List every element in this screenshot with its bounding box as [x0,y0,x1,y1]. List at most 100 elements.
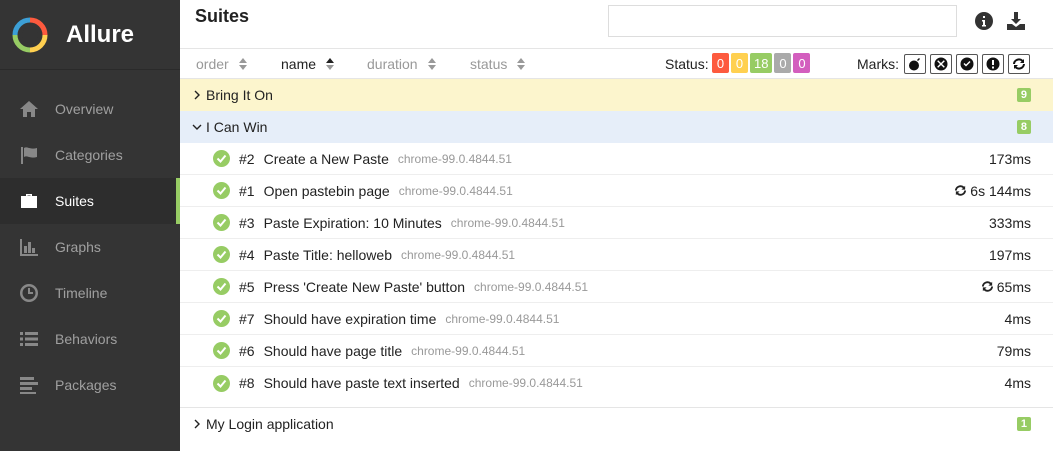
test-parameter: chrome-99.0.4844.51 [474,279,589,294]
sort-icon [238,58,247,70]
sort-status-label: status [470,56,508,72]
test-row[interactable]: #2 Create a New Paste chrome-99.0.4844.5… [180,143,1053,175]
sidebar-item-suites[interactable]: Suites [0,178,180,224]
list-icon [18,329,40,349]
sidebar-item-label: Categories [55,147,123,163]
test-duration-value: 173ms [988,150,1031,167]
page-header: Suites [180,0,1053,48]
suite-group-name: I Can Win [206,119,268,135]
sidebar-item-packages[interactable]: Packages [0,362,180,408]
main-content: Suites order name duration status Status… [180,0,1053,451]
test-duration: 173ms [989,151,1031,167]
test-name: Paste Expiration: 10 Minutes [263,214,442,231]
test-row[interactable]: #4 Paste Title: helloweb chrome-99.0.484… [180,239,1053,271]
retry-icon [981,281,993,292]
bomb-icon[interactable] [904,54,926,74]
sort-order[interactable]: order [196,56,247,72]
page-title: Suites [195,6,250,26]
sidebar-item-categories[interactable]: Categories [0,132,180,178]
sort-status[interactable]: status [470,56,526,72]
sort-duration[interactable]: duration [367,56,436,72]
sidebar-item-graphs[interactable]: Graphs [0,224,180,270]
toolbar: order name duration status Status: 0 0 1… [180,48,1053,79]
test-duration: 79ms [997,343,1031,359]
test-list: #2 Create a New Paste chrome-99.0.4844.5… [180,143,1053,408]
clock-icon [18,283,40,303]
test-parameter: chrome-99.0.4844.51 [468,376,583,390]
passed-check-icon [213,182,230,199]
test-duration: 197ms [989,247,1031,263]
bar-chart-icon [18,237,40,257]
brand[interactable]: Allure [0,0,180,70]
test-row[interactable]: #6 Should have page title chrome-99.0.48… [180,335,1053,367]
allure-logo-icon [12,17,48,52]
exclamation-circle-icon[interactable] [982,54,1004,74]
test-duration-value: 6s 144ms [970,182,1031,199]
test-row[interactable]: #8 Should have paste text inserted chrom… [180,367,1053,399]
test-duration: 65ms [981,279,1031,295]
sidebar-item-label: Graphs [55,239,101,255]
sidebar-item-overview[interactable]: Overview [0,86,180,132]
test-parameter: chrome-99.0.4844.51 [400,247,516,262]
test-number: #8 [239,375,255,391]
status-filter: 0 0 18 0 0 [712,53,812,73]
status-filter-label: Status: [665,56,709,72]
test-row[interactable]: #3 Paste Expiration: 10 Minutes chrome-9… [180,207,1053,239]
status-unknown-badge[interactable]: 0 [793,53,811,73]
test-duration-value: 65ms [996,278,1031,295]
test-duration-value: 4ms [1004,375,1031,391]
suite-group-name: Bring It On [206,87,273,103]
test-parameter: chrome-99.0.4844.51 [445,311,560,326]
test-duration: 6s 144ms [954,183,1031,199]
info-icon[interactable] [974,11,994,31]
home-icon [18,99,40,119]
status-failed-badge[interactable]: 0 [712,53,729,73]
check-circle-icon[interactable] [956,54,978,74]
sort-name-label: name [281,56,317,72]
status-skipped-badge[interactable]: 0 [774,53,792,73]
suite-group-my-login-application[interactable]: My Login application 1 [180,408,1053,440]
times-circle-icon[interactable] [930,54,952,74]
sidebar-item-label: Suites [55,193,94,209]
retry-icon [955,185,967,196]
sort-name[interactable]: name [281,56,335,72]
sidebar-item-label: Behaviors [55,331,118,347]
status-broken-badge[interactable]: 0 [731,53,748,73]
status-passed-badge[interactable]: 18 [750,53,773,73]
refresh-icon[interactable] [1008,54,1030,74]
test-duration: 4ms [1005,311,1031,327]
marks-filter [904,54,1034,74]
passed-check-icon [213,214,230,231]
test-duration-value: 333ms [988,214,1031,231]
test-duration: 4ms [1005,375,1031,391]
suite-group-i-can-win[interactable]: I Can Win 8 [180,111,1053,143]
test-parameter: chrome-99.0.4844.51 [397,151,512,166]
test-name: Create a New Paste [263,150,389,167]
test-row[interactable]: #1 Open pastebin page chrome-99.0.4844.5… [180,175,1053,207]
chevron-down-icon [192,124,202,130]
test-name: Paste Title: helloweb [263,246,392,263]
sort-order-label: order [196,56,229,72]
test-row[interactable]: #5 Press 'Create New Paste' button chrom… [180,271,1053,303]
download-icon[interactable] [1006,11,1026,31]
passed-check-icon [213,310,230,327]
test-name: Should have paste text inserted [263,375,460,391]
search-input[interactable] [608,5,957,37]
sort-duration-label: duration [367,56,418,72]
sidebar-item-label: Packages [55,377,117,393]
sort-icon [517,58,526,70]
test-row[interactable]: #7 Should have expiration time chrome-99… [180,303,1053,335]
test-name: Should have page title [263,342,403,359]
chevron-right-icon [194,90,200,100]
briefcase-icon [18,191,40,211]
sidebar-item-timeline[interactable]: Timeline [0,270,180,316]
suite-count-badge: 1 [1016,417,1031,431]
test-number: #4 [239,246,255,263]
suite-group-bring-it-on[interactable]: Bring It On 9 [180,79,1053,111]
test-duration-value: 4ms [1004,310,1031,327]
sidebar-item-behaviors[interactable]: Behaviors [0,316,180,362]
chevron-right-icon [194,419,200,429]
test-number: #5 [239,278,255,295]
suite-count-badge: 9 [1016,88,1031,102]
sort-icon [326,58,335,70]
